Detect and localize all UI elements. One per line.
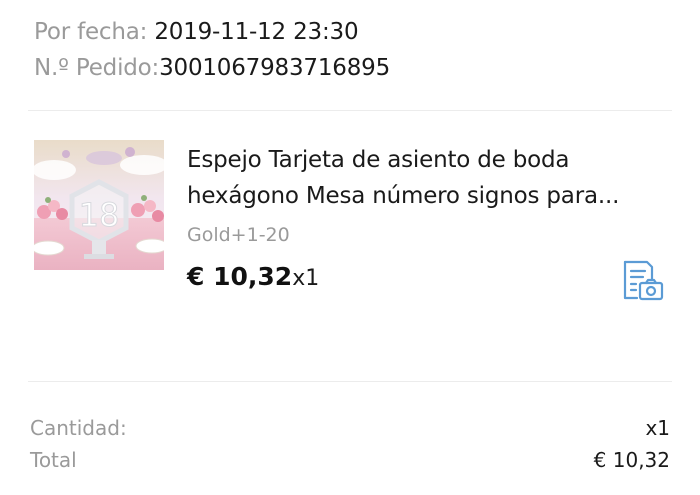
summary-quantity-row: Cantidad: x1: [30, 416, 670, 440]
order-date-row: Por fecha: 2019-11-12 23:30: [34, 14, 390, 50]
product-quantity: x1: [292, 266, 320, 291]
order-id-label: N.º Pedido:: [34, 55, 160, 81]
summary-total-value: € 10,32: [593, 448, 670, 472]
document-camera-icon: [623, 260, 664, 301]
order-date-label: Por fecha:: [34, 19, 155, 45]
product-variant: Gold+1-20: [187, 224, 290, 246]
summary-total-label: Total: [30, 448, 77, 472]
divider-bottom: [28, 381, 672, 382]
divider-top: [28, 110, 672, 111]
order-id-value[interactable]: 3001067983716895: [159, 55, 390, 81]
summary-quantity-label: Cantidad:: [30, 416, 127, 440]
product-title[interactable]: Espejo Tarjeta de asiento de boda hexágo…: [187, 142, 667, 214]
snapshot-button[interactable]: [621, 259, 665, 303]
product-image[interactable]: 18: [34, 140, 164, 270]
product-title-line-1: Espejo Tarjeta de asiento de boda: [187, 147, 570, 173]
order-meta: Por fecha: 2019-11-12 23:30 N.º Pedido:3…: [34, 14, 390, 86]
product-image-graphic: 18: [34, 140, 164, 270]
product-price-row: € 10,32x1: [187, 262, 319, 291]
summary-total-row: Total € 10,32: [30, 448, 670, 472]
order-date-value: 2019-11-12 23:30: [154, 19, 359, 45]
summary-quantity-value: x1: [645, 416, 670, 440]
product-title-line-2: hexágono Mesa número signos para...: [187, 183, 620, 209]
product-price: € 10,32: [187, 262, 293, 291]
order-id-row: N.º Pedido:3001067983716895: [34, 50, 390, 86]
product-image-number: 18: [79, 196, 120, 234]
